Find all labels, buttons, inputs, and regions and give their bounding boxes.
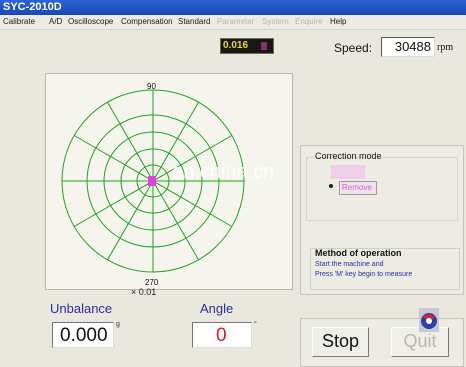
readout-indicator	[261, 42, 267, 50]
remove-option[interactable]: Remove	[339, 181, 377, 195]
menu-bar: Calibrate A/D Oscilloscope Compensation …	[0, 15, 466, 30]
correction-mode-frame	[306, 157, 458, 221]
menu-item-standard[interactable]: Standard	[178, 17, 210, 26]
unbalance-display: 0.000	[52, 322, 114, 348]
polar-top-label: 90	[147, 82, 156, 91]
menu-item-system[interactable]: System	[262, 17, 289, 26]
window-title: SYC-2010D	[3, 1, 62, 13]
menu-item-compensation[interactable]: Compensation	[121, 17, 173, 26]
remove-option-label: Remove	[342, 183, 372, 192]
watermark-text: en.china.cn	[172, 161, 275, 183]
menu-item-calibrate[interactable]: Calibrate	[3, 17, 35, 26]
unbalance-label: Unbalance	[50, 301, 113, 316]
method-line-2: Press 'M' key begin to measure	[315, 271, 413, 278]
unbalance-value: 0.000	[60, 325, 108, 346]
angle-label: Angle	[200, 301, 234, 316]
speed-value: 30488	[394, 39, 431, 54]
menu-item-ad[interactable]: A/D	[49, 17, 62, 26]
company-logo-icon	[419, 308, 439, 332]
menu-item-oscilloscope[interactable]: Oscilloscope	[68, 17, 113, 26]
angle-value: 0	[216, 325, 227, 346]
correction-mode-title: Correction mode	[315, 151, 382, 161]
stop-button-label: Stop	[321, 331, 360, 351]
unbalance-readout: 0.016	[220, 38, 274, 54]
stop-button[interactable]: Stop	[312, 327, 369, 357]
angle-display: 0	[192, 322, 252, 348]
polar-bottom-label: 270	[145, 278, 159, 287]
speed-display: 30488	[381, 37, 435, 57]
menu-item-enquire[interactable]: Enquire	[295, 17, 323, 26]
unbalance-unit: g	[116, 321, 120, 328]
speed-label: Speed:	[334, 41, 373, 55]
angle-unit: °	[254, 321, 257, 328]
quit-button-label: Quit	[403, 331, 437, 351]
title-bar: SYC-2010D	[0, 0, 466, 15]
menu-item-help[interactable]: Help	[330, 17, 346, 26]
method-title: Method of operation	[315, 248, 402, 258]
menu-item-parameter[interactable]: Parameter	[217, 17, 254, 26]
method-line-1: Start the machine and	[315, 261, 384, 268]
scale-label: × 0.01	[131, 287, 157, 297]
remove-radio[interactable]	[329, 184, 333, 188]
readout-value: 0.016	[223, 40, 249, 51]
correction-mode-highlight	[331, 165, 365, 179]
speed-unit: rpm	[437, 42, 454, 53]
measurement-point	[148, 176, 156, 186]
